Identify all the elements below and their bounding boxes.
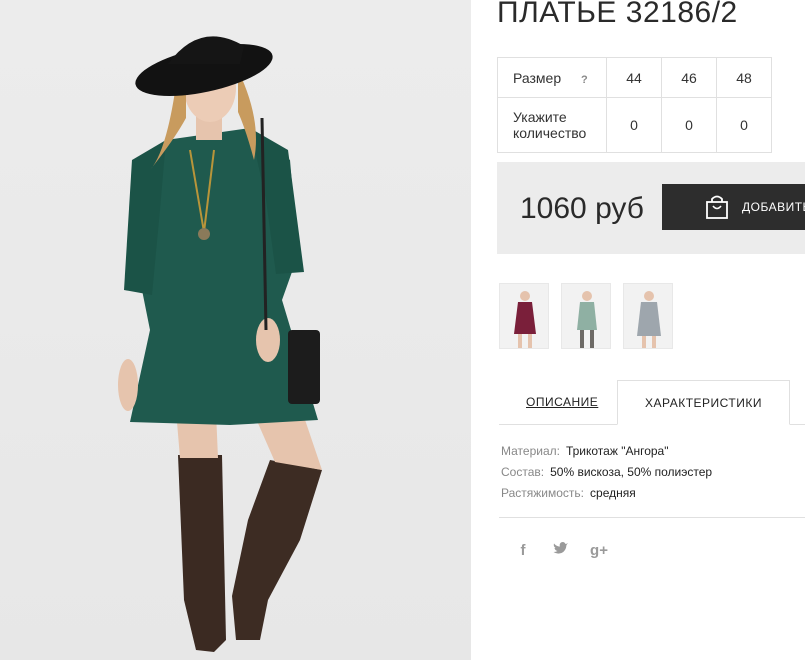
thumb-burgundy[interactable] bbox=[499, 283, 549, 349]
price: 1060 руб bbox=[520, 192, 644, 225]
twitter-icon[interactable] bbox=[552, 541, 570, 559]
thumb-mint[interactable] bbox=[561, 283, 611, 349]
add-to-cart-button[interactable]: ДОБАВИТЬ bbox=[662, 184, 805, 230]
characteristics-list: Материал: Трикотаж "Ангора" Состав: 50% ви… bbox=[501, 443, 712, 506]
product-title: ПЛАТЬЕ 32186/2 bbox=[497, 0, 738, 29]
shopping-bag-icon bbox=[706, 195, 728, 219]
size-quantity-table: Размер ? 44 46 48 Укажите количество 0 0… bbox=[497, 57, 772, 153]
spec-key: Состав: bbox=[501, 465, 545, 479]
size-label-cell: Размер ? bbox=[497, 57, 607, 98]
size-44: 44 bbox=[606, 57, 662, 98]
thumb-burgundy-image bbox=[514, 291, 536, 348]
facebook-icon[interactable]: f bbox=[514, 542, 532, 559]
quantity-input-48[interactable]: 0 bbox=[716, 97, 772, 153]
spec-row-composition: Состав: 50% вискоза, 50% полиэстер bbox=[501, 464, 712, 485]
social-share: f g+ bbox=[514, 541, 608, 559]
help-icon[interactable]: ? bbox=[581, 74, 588, 86]
size-48: 48 bbox=[716, 57, 772, 98]
spec-row-stretch: Растяжимость: средняя bbox=[501, 485, 712, 506]
quantity-label-cell: Укажите количество bbox=[497, 97, 607, 153]
spec-key: Растяжимость: bbox=[501, 486, 585, 500]
section-divider bbox=[499, 517, 805, 518]
price-box: 1060 руб ДОБАВИТЬ bbox=[497, 162, 805, 254]
spec-value: 50% вискоза, 50% полиэстер bbox=[550, 465, 713, 479]
spec-value: Трикотаж "Ангора" bbox=[565, 444, 669, 458]
size-label: Размер bbox=[513, 69, 562, 86]
thumb-grey[interactable] bbox=[623, 283, 673, 349]
thumb-mint-image bbox=[577, 291, 597, 348]
thumbnail-gallery bbox=[499, 283, 673, 349]
spec-key: Материал: bbox=[501, 444, 560, 458]
model-illustration bbox=[118, 36, 322, 652]
spec-row-material: Материал: Трикотаж "Ангора" bbox=[501, 443, 712, 464]
quantity-label: Укажите количество bbox=[513, 109, 587, 141]
spec-value: средняя bbox=[590, 486, 636, 500]
quantity-input-46[interactable]: 0 bbox=[661, 97, 717, 153]
twitter-bird-icon bbox=[553, 542, 568, 554]
thumb-grey-image bbox=[637, 291, 661, 348]
size-46: 46 bbox=[661, 57, 717, 98]
add-to-cart-label: ДОБАВИТЬ bbox=[742, 200, 805, 214]
quantity-input-44[interactable]: 0 bbox=[606, 97, 662, 153]
tab-characteristics[interactable]: ХАРАКТЕРИСТИКИ bbox=[617, 380, 790, 425]
tab-description[interactable]: ОПИСАНИЕ bbox=[526, 395, 598, 409]
product-photo[interactable] bbox=[0, 0, 471, 660]
google-plus-icon[interactable]: g+ bbox=[590, 542, 608, 559]
